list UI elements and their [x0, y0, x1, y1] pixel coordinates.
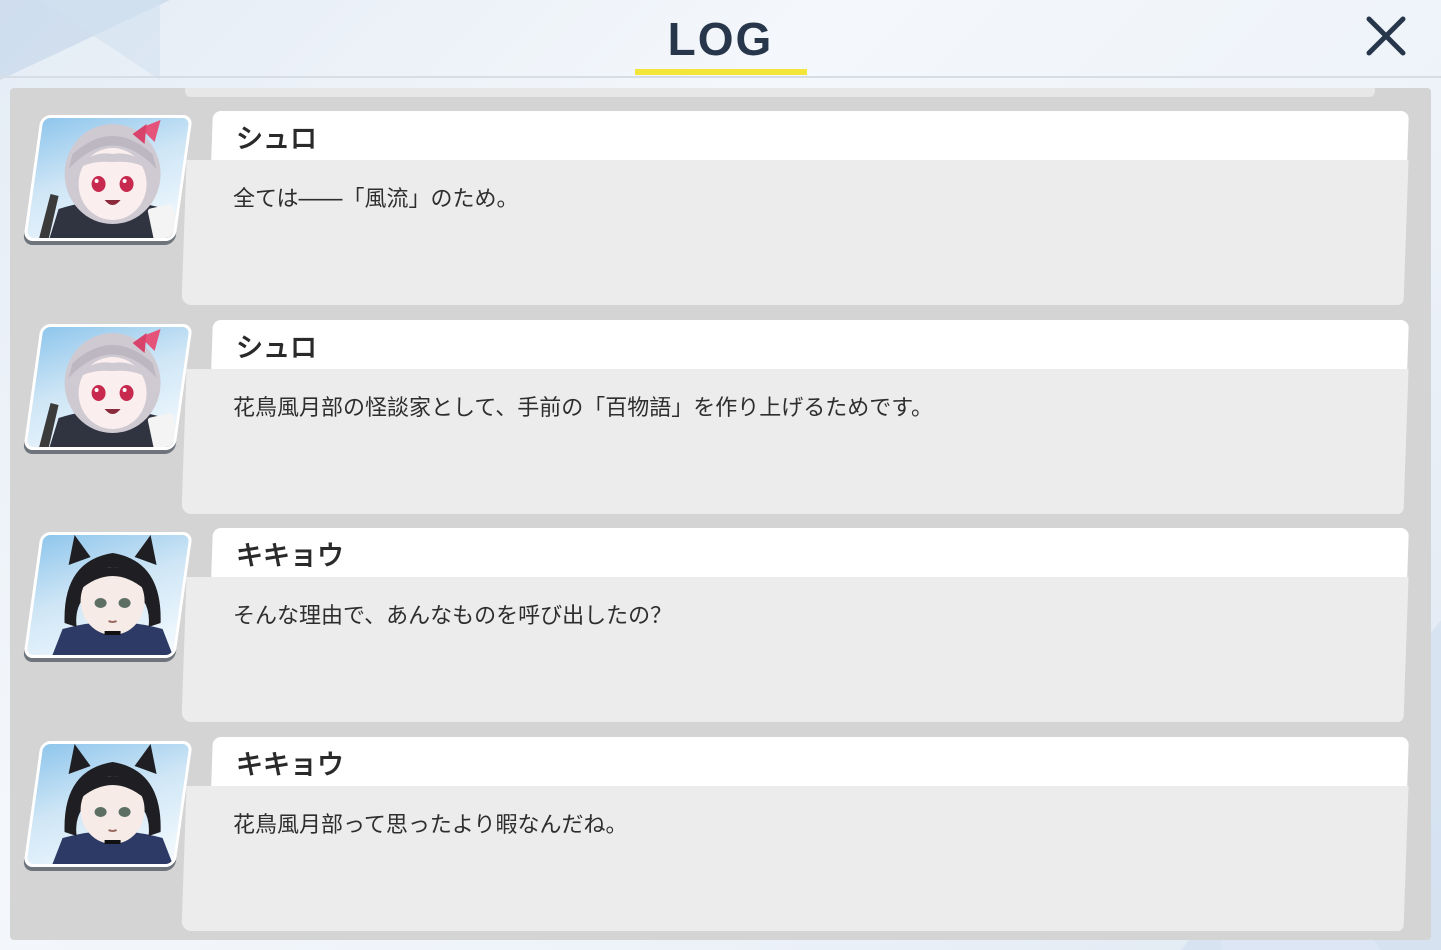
speaker-name: シュロ: [236, 333, 317, 364]
log-entry: キキョウ 花鳥風月部って思ったより暇なんだね。: [10, 714, 1431, 931]
page-title: LOG: [667, 13, 774, 65]
speaker-name: シュロ: [236, 124, 317, 155]
bubble-tail: [187, 799, 207, 827]
log-list[interactable]: シュロ 全ては――「風流」のため。 シュロ 花鳥風月部の怪談家として、手前の「百…: [10, 88, 1431, 940]
speaker-name: キキョウ: [236, 750, 344, 781]
close-icon: [1366, 16, 1406, 56]
log-entry: シュロ 花鳥風月部の怪談家として、手前の「百物語」を作り上げるためです。: [10, 297, 1431, 514]
title-underline: [635, 69, 807, 75]
shuro-portrait-icon: [36, 120, 180, 241]
close-button[interactable]: [1360, 10, 1412, 62]
speaker-name: キキョウ: [236, 541, 344, 572]
message-text: そんな理由で、あんなものを呼び出したの？: [233, 604, 673, 629]
character-avatar: [23, 115, 193, 241]
speaker-name-bar: [211, 111, 1409, 163]
message-text: 花鳥風月部って思ったより暇なんだね。: [233, 813, 628, 838]
shuro-portrait-icon: [36, 329, 180, 450]
character-avatar: [23, 532, 193, 658]
character-avatar: [23, 741, 193, 867]
speaker-name-bar: [211, 737, 1409, 789]
character-avatar: [23, 324, 193, 450]
message-text: 花鳥風月部の怪談家として、手前の「百物語」を作り上げるためです。: [233, 396, 934, 421]
kikyou-portrait-icon: [48, 535, 177, 658]
message-text: 全ては――「風流」のため。: [233, 187, 519, 212]
log-header: LOG: [0, 0, 1441, 78]
speaker-name-bar: [211, 320, 1409, 372]
kikyou-portrait-icon: [48, 744, 177, 867]
log-entry: シュロ 全ては――「風流」のため。: [10, 88, 1431, 305]
speaker-name-bar: [211, 528, 1409, 580]
bubble-tail: [187, 382, 207, 410]
log-entry: キキョウ そんな理由で、あんなものを呼び出したの？: [10, 505, 1431, 722]
bubble-tail: [187, 590, 207, 618]
bubble-tail: [187, 173, 207, 201]
